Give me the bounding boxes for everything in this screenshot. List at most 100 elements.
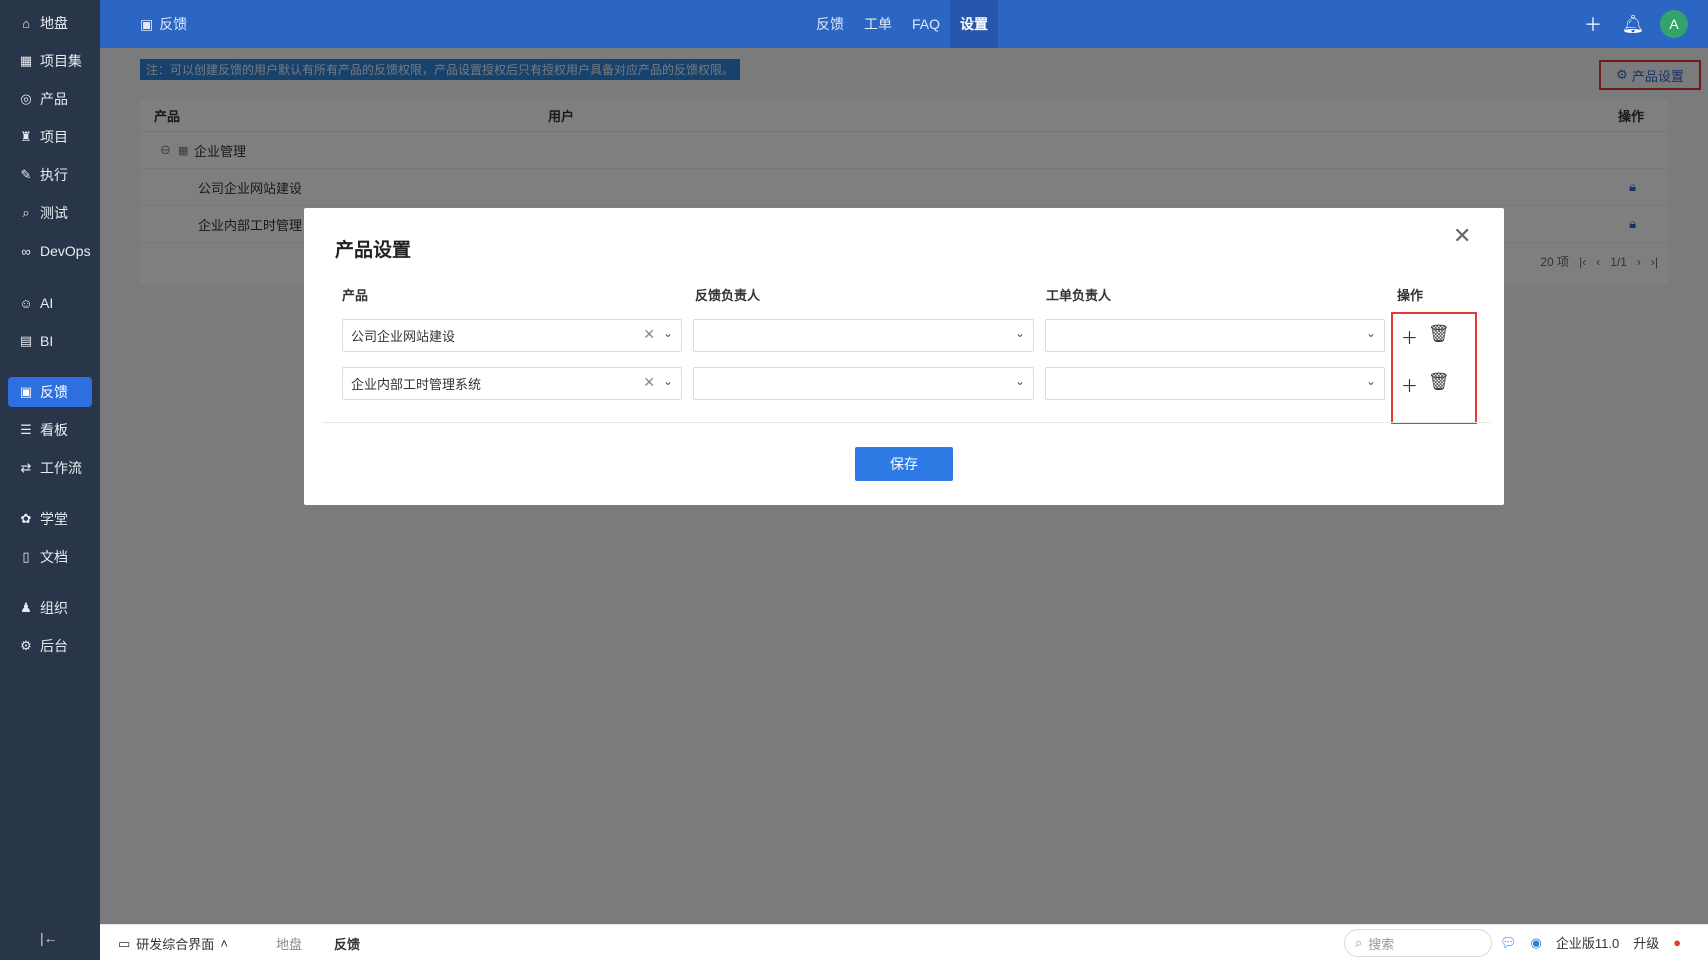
clear-icon[interactable]: ✕ <box>643 326 655 343</box>
topbar-actions: ＋ 🔔︎ A <box>1580 10 1688 38</box>
top-navigation: ▣ 反馈 反馈 工单 FAQ 设置 ＋ 🔔︎ A <box>100 0 1708 48</box>
chevron-down-icon: ⌄ <box>1014 326 1025 340</box>
selected-product: 企业内部工时管理系统 <box>351 377 482 392</box>
infinity-icon: ∞ <box>21 243 31 259</box>
ai-chat-icon[interactable]: 💬︎ <box>1500 935 1517 951</box>
save-button[interactable]: 保存 <box>855 447 953 481</box>
sidebar-item-execution[interactable]: ✎ 执行 <box>8 160 92 190</box>
page-title-text: 反馈 <box>159 16 188 32</box>
feedback-owner-select[interactable]: ⌄ <box>693 319 1034 352</box>
clear-icon[interactable]: ✕ <box>643 374 655 391</box>
upgrade-link[interactable]: 升级 <box>1633 933 1659 952</box>
edition-label: 企业版11.0 <box>1555 936 1620 951</box>
sidebar-item-ai[interactable]: ☺ AI <box>8 288 92 318</box>
module-tabs: 反馈 工单 FAQ 设置 <box>806 0 999 48</box>
sidebar-item-docs[interactable]: ▯ 文档 <box>8 542 92 572</box>
ticket-owner-select[interactable]: ⌄ <box>1045 319 1385 352</box>
sidebar-item-label: BI <box>40 333 54 349</box>
sidebar-item-label: 后台 <box>40 638 68 654</box>
selected-product: 公司企业网站建设 <box>351 329 456 344</box>
sidebar-item-label: 执行 <box>40 167 68 183</box>
sidebar-item-test[interactable]: ⌕ 测试 <box>8 198 92 228</box>
close-icon[interactable]: ✕ <box>1453 223 1471 249</box>
sidebar-item-label: 看板 <box>40 422 68 438</box>
tab-faq[interactable]: FAQ <box>902 0 950 48</box>
sidebar-item-label: 项目 <box>40 129 68 145</box>
sidebar-item-feedback[interactable]: ▣ 反馈 <box>8 377 92 407</box>
execute-icon: ✎ <box>20 167 32 182</box>
sidebar-item-label: 组织 <box>40 600 68 616</box>
avatar[interactable]: A <box>1660 10 1688 38</box>
sidebar-item-label: 项目集 <box>40 53 82 69</box>
grid-icon: ▦ <box>19 53 33 68</box>
feedback-icon: ▣ <box>140 15 154 32</box>
breadcrumb-feedback[interactable]: 反馈 <box>334 934 360 953</box>
sidebar: ⌂ 地盘 ▦ 项目集 ◎ 产品 ♜ 项目 ✎ 执行 ⌕ 测试 ∞ DevOps ☺ AI ▤ BI… <box>0 0 100 960</box>
sidebar-item-program[interactable]: ▦ 项目集 <box>8 46 92 76</box>
rocket-icon: ♜ <box>20 129 32 144</box>
workspace-label: 研发综合界面 <box>136 937 215 952</box>
sidebar-item-label: 反馈 <box>40 384 68 400</box>
chevron-down-icon: ⌄ <box>1365 326 1376 340</box>
sidebar-item-org[interactable]: ♟ 组织 <box>8 593 92 623</box>
collapse-sidebar-icon[interactable]: |← <box>40 930 58 946</box>
tab-feedback[interactable]: 反馈 <box>806 0 854 48</box>
sidebar-item-devops[interactable]: ∞ DevOps <box>8 236 92 266</box>
dialog-title: 产品设置 <box>335 240 412 261</box>
chevron-down-icon: ⌄ <box>662 374 673 388</box>
notification-bell-icon[interactable]: 🔔︎ <box>1620 11 1646 37</box>
zentao-logo-icon: ◉ <box>1530 934 1542 950</box>
document-icon: ▯ <box>22 549 30 564</box>
sidebar-item-admin[interactable]: ⚙ 后台 <box>8 631 92 661</box>
home-icon: ⌂ <box>22 15 30 31</box>
workflow-icon: ⇄ <box>20 460 32 475</box>
product-select[interactable]: 公司企业网站建设 ✕ ⌄ <box>342 319 682 352</box>
school-icon: ✿ <box>20 511 32 526</box>
sidebar-item-workflow[interactable]: ⇄ 工作流 <box>8 453 92 483</box>
search-icon: ⌕ <box>22 205 30 220</box>
feedback-owner-select[interactable]: ⌄ <box>693 367 1034 400</box>
sidebar-item-kanban[interactable]: ☰ 看板 <box>8 415 92 445</box>
kanban-icon: ☰ <box>20 422 32 437</box>
sidebar-item-label: AI <box>40 295 54 311</box>
sidebar-item-label: 产品 <box>40 91 68 107</box>
dialog-divider <box>322 422 1490 423</box>
chevron-up-icon: ˄ <box>220 936 228 951</box>
add-row-plus-icon[interactable]: ＋ <box>1401 372 1418 397</box>
sidebar-item-bi[interactable]: ▤ BI <box>8 326 92 356</box>
add-row-plus-icon[interactable]: ＋ <box>1401 324 1418 349</box>
monitor-icon: ▭ <box>118 935 131 951</box>
sidebar-item-dashboard[interactable]: ⌂ 地盘 <box>8 8 92 38</box>
chevron-down-icon: ⌄ <box>662 326 673 340</box>
delete-trash-icon[interactable]: 🗑︎ <box>1428 324 1450 344</box>
sidebar-item-label: 学堂 <box>40 511 68 527</box>
bottom-bar: ▭ 研发综合界面 ˄ 地盘 反馈 ⌕ 搜索 💬︎ ◉ 企业版11.0 升级 ● <box>100 924 1708 960</box>
tab-ticket[interactable]: 工单 <box>854 0 902 48</box>
upgrade-alert-icon: ● <box>1673 935 1682 950</box>
sidebar-item-product[interactable]: ◎ 产品 <box>8 84 92 114</box>
workspace-switcher[interactable]: ▭ 研发综合界面 ˄ <box>118 934 228 953</box>
sidebar-item-label: 测试 <box>40 205 68 221</box>
chevron-down-icon: ⌄ <box>1014 374 1025 388</box>
chevron-down-icon: ⌄ <box>1365 374 1376 388</box>
column-header-actions: 操作 <box>1397 288 1424 303</box>
search-placeholder: 搜索 <box>1368 936 1395 952</box>
page-title: ▣ 反馈 <box>140 14 187 34</box>
column-header-ticket-owner: 工单负责人 <box>1046 288 1112 303</box>
column-header-feedback-owner: 反馈负责人 <box>695 288 761 303</box>
column-header-product: 产品 <box>342 288 369 303</box>
delete-trash-icon[interactable]: 🗑︎ <box>1428 372 1450 392</box>
tab-settings[interactable]: 设置 <box>950 0 999 48</box>
sidebar-item-label: 地盘 <box>40 15 68 31</box>
ticket-owner-select[interactable]: ⌄ <box>1045 367 1385 400</box>
create-plus-icon[interactable]: ＋ <box>1580 11 1606 37</box>
search-input[interactable]: ⌕ 搜索 <box>1344 929 1492 957</box>
gear-icon: ⚙ <box>20 638 32 653</box>
feedback-icon: ▣ <box>19 384 33 399</box>
product-select[interactable]: 企业内部工时管理系统 ✕ ⌄ <box>342 367 682 400</box>
sidebar-item-school[interactable]: ✿ 学堂 <box>8 504 92 534</box>
sidebar-item-project[interactable]: ♜ 项目 <box>8 122 92 152</box>
breadcrumb-dashboard[interactable]: 地盘 <box>276 934 302 953</box>
chart-icon: ▤ <box>19 333 33 348</box>
sidebar-item-label: DevOps <box>40 243 91 259</box>
